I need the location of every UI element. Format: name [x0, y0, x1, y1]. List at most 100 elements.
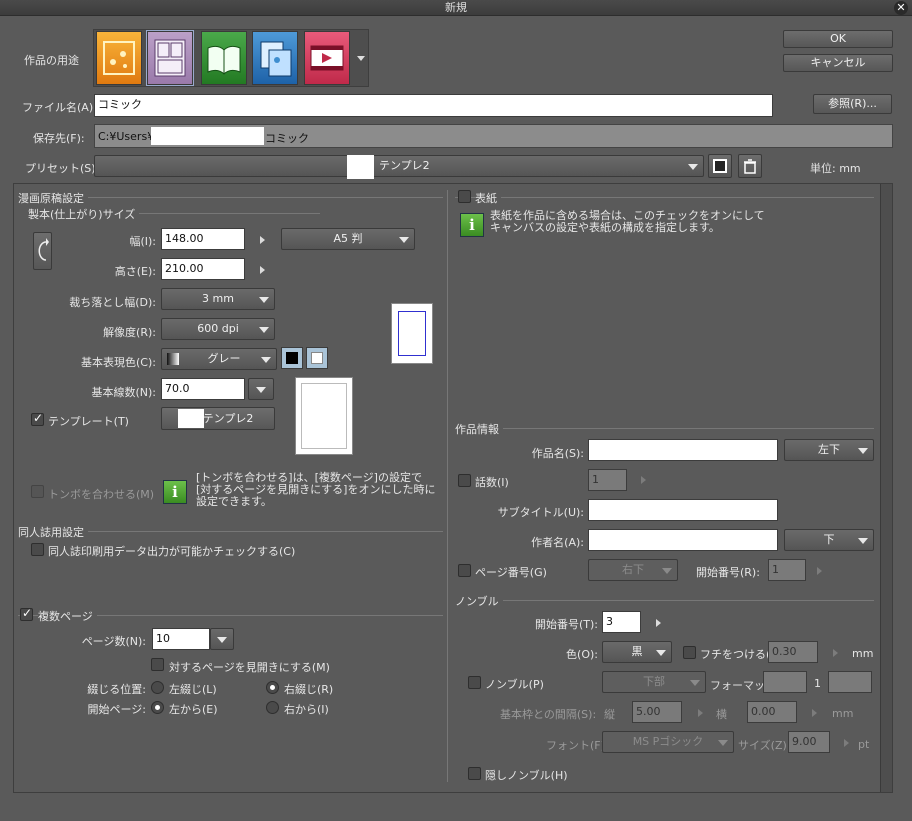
- color-mode-select[interactable]: グレー: [161, 348, 277, 370]
- multipage-checkbox[interactable]: [20, 606, 33, 621]
- comic-icon[interactable]: [146, 30, 194, 86]
- bind-right-radio[interactable]: [266, 681, 279, 694]
- redacted-block: [178, 409, 204, 428]
- filename-label: ファイル名(A):: [22, 101, 97, 114]
- lpi-dropdown[interactable]: [248, 378, 274, 400]
- resolution-label: 解像度(R):: [103, 326, 156, 339]
- horizontal-arrow-icon[interactable]: [812, 709, 817, 717]
- bleed-select[interactable]: 3 mm: [161, 288, 275, 310]
- black-swatch[interactable]: [281, 347, 303, 369]
- size-label: サイズ(Z):: [738, 739, 791, 752]
- bleed-label: 裁ち落とし幅(D):: [69, 296, 156, 309]
- nombre-start-input[interactable]: 3: [602, 611, 641, 633]
- close-icon[interactable]: ✕: [894, 1, 908, 15]
- purpose-label: 作品の用途: [24, 54, 79, 67]
- destination-label: 保存先(F):: [33, 132, 85, 145]
- cancel-button[interactable]: キャンセル: [783, 54, 893, 72]
- height-label: 高さ(E):: [114, 265, 156, 278]
- episode-input[interactable]: 1: [588, 469, 627, 491]
- author-position-select[interactable]: 下: [784, 529, 874, 551]
- info-icon: i: [163, 480, 187, 504]
- start-right-radio[interactable]: [266, 701, 279, 714]
- width-label: 幅(I):: [129, 235, 156, 248]
- cover-info-text: 表紙を作品に含める場合は、このチェックをオンにして キャンバスの設定や表紙の構成を…: [490, 209, 765, 234]
- nombre-color-label: 色(O):: [566, 648, 598, 661]
- vertical-arrow-icon[interactable]: [698, 709, 703, 717]
- unit-value: mm: [839, 162, 861, 175]
- binding-label: 綴じる位置:: [87, 683, 146, 696]
- size-arrow-icon[interactable]: [844, 739, 849, 747]
- nombre-position-select[interactable]: 下部: [602, 671, 706, 693]
- nombre-checkbox[interactable]: [468, 676, 481, 689]
- save-preset-icon[interactable]: [708, 154, 732, 178]
- size-preset-select[interactable]: A5 判: [281, 228, 415, 250]
- ok-button[interactable]: OK: [783, 30, 893, 48]
- size-input[interactable]: 9.00: [788, 731, 830, 753]
- preset-select[interactable]: テンプレ2: [94, 155, 704, 179]
- work-title-input[interactable]: [588, 439, 778, 461]
- author-input[interactable]: [588, 529, 778, 551]
- illustration-icon[interactable]: [96, 31, 142, 85]
- edge-input[interactable]: 0.30: [768, 641, 818, 663]
- edge-arrow-icon[interactable]: [833, 649, 838, 657]
- vertical-label: 縦: [604, 708, 615, 721]
- cover-checkbox[interactable]: [458, 190, 471, 203]
- font-select[interactable]: MS Pゴシック: [602, 731, 734, 753]
- white-swatch[interactable]: [306, 347, 328, 369]
- spread-label: 対するページを見開きにする(M): [169, 661, 330, 674]
- window-title: 新規: [445, 1, 467, 14]
- tombo-label: トンボを合わせる(M): [48, 488, 155, 501]
- swap-orientation-icon[interactable]: [33, 232, 52, 270]
- nombre-start-arrow-icon[interactable]: [656, 619, 661, 627]
- page-number-checkbox[interactable]: [458, 564, 471, 577]
- format-suffix-input[interactable]: [828, 671, 872, 693]
- format-prefix-input[interactable]: [763, 671, 807, 693]
- lpi-input[interactable]: 70.0: [161, 378, 245, 400]
- book-icon[interactable]: [201, 31, 247, 85]
- start-number-arrow-icon[interactable]: [817, 567, 822, 575]
- template-button[interactable]: テンプレ2: [161, 407, 275, 430]
- edge-checkbox[interactable]: [683, 646, 696, 659]
- start-left-radio[interactable]: [151, 701, 164, 714]
- tombo-checkbox[interactable]: [31, 485, 44, 498]
- start-number-input[interactable]: 1: [768, 559, 806, 581]
- vertical-gap-input[interactable]: 5.00: [632, 701, 682, 723]
- bind-left-radio[interactable]: [151, 681, 164, 694]
- scrollbar[interactable]: [880, 184, 892, 792]
- page-count-input[interactable]: 10: [152, 628, 210, 650]
- author-label: 作者名(A):: [531, 536, 584, 549]
- bind-left-label: 左綴じ(L): [169, 683, 217, 696]
- page-count-label: ページ数(N):: [81, 635, 146, 648]
- work-title-label: 作品名(S):: [531, 447, 584, 460]
- purpose-more-icon[interactable]: [357, 56, 365, 61]
- size-unit: pt: [858, 738, 870, 751]
- page-count-dropdown[interactable]: [210, 628, 234, 650]
- resolution-select[interactable]: 600 dpi: [161, 318, 275, 340]
- nombre-section-title: ノンブル: [455, 593, 503, 609]
- filename-input[interactable]: コミック: [94, 94, 773, 117]
- template-checkbox[interactable]: [31, 411, 44, 426]
- browse-button[interactable]: 参照(R)...: [813, 94, 892, 114]
- doujin-checkbox[interactable]: [31, 543, 44, 556]
- delete-preset-icon[interactable]: [738, 154, 762, 178]
- subtitle-input[interactable]: [588, 499, 778, 521]
- width-input[interactable]: 148.00: [161, 228, 245, 250]
- column-divider: [447, 190, 448, 782]
- animation-icon[interactable]: [304, 31, 350, 85]
- hidden-nombre-label: 隠しノンブル(H): [485, 769, 568, 782]
- episode-arrow-icon[interactable]: [641, 476, 646, 484]
- title-position-select[interactable]: 左下: [784, 439, 874, 461]
- nombre-color-select[interactable]: 黒: [602, 641, 672, 663]
- image-icon[interactable]: [252, 31, 298, 85]
- episode-checkbox[interactable]: [458, 474, 471, 487]
- destination-field: C:¥Users¥ コミック: [94, 124, 893, 148]
- width-arrow-icon[interactable]: [260, 236, 265, 244]
- height-input[interactable]: 210.00: [161, 258, 245, 280]
- horizontal-gap-input[interactable]: 0.00: [747, 701, 797, 723]
- page-number-position-select[interactable]: 右下: [588, 559, 678, 581]
- height-arrow-icon[interactable]: [260, 266, 265, 274]
- nombre-start-label: 開始番号(T):: [534, 618, 598, 631]
- hidden-nombre-checkbox[interactable]: [468, 767, 481, 780]
- spread-checkbox[interactable]: [151, 658, 164, 671]
- preset-label: プリセット(S):: [25, 162, 100, 175]
